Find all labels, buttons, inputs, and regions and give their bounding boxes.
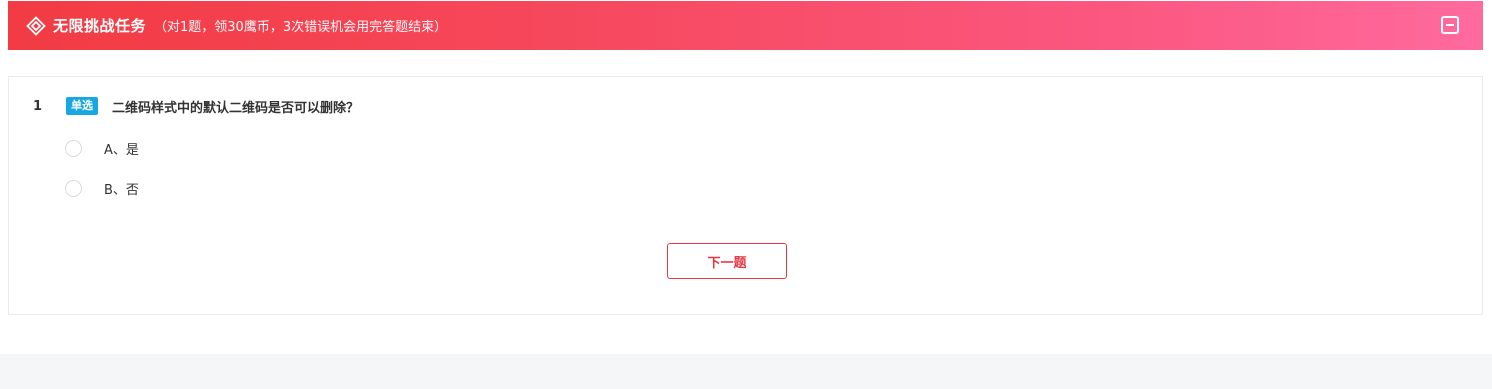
question-text: 二维码样式中的默认二维码是否可以删除？: [112, 100, 360, 116]
quiz-page: 无限挑战任务 （对1题，领30鹰币，3次错误机会用完答题结束） 1 单选 二维码…: [0, 0, 1492, 389]
option-a[interactable]: A、是: [65, 139, 139, 158]
footer-band: [0, 354, 1492, 389]
question-type-badge: 单选: [66, 97, 98, 115]
minus-square-icon[interactable]: [1441, 16, 1459, 34]
radio-button[interactable]: [65, 140, 82, 157]
option-label: A、是: [104, 143, 139, 158]
diamond-target-icon: [26, 15, 46, 36]
question-number: 1: [33, 98, 43, 114]
question-card: 1 单选 二维码样式中的默认二维码是否可以删除？ A、是 B、否 下一题: [8, 76, 1483, 315]
next-question-button[interactable]: 下一题: [667, 243, 787, 279]
option-label: B、否: [104, 183, 139, 198]
header-title: 无限挑战任务: [53, 17, 147, 35]
radio-button[interactable]: [65, 180, 82, 197]
header-subtitle: （对1题，领30鹰币，3次错误机会用完答题结束）: [154, 20, 448, 35]
question-row: 1 单选 二维码样式中的默认二维码是否可以删除？: [33, 96, 359, 116]
challenge-header: 无限挑战任务 （对1题，领30鹰币，3次错误机会用完答题结束）: [8, 1, 1483, 50]
option-b[interactable]: B、否: [65, 179, 139, 198]
